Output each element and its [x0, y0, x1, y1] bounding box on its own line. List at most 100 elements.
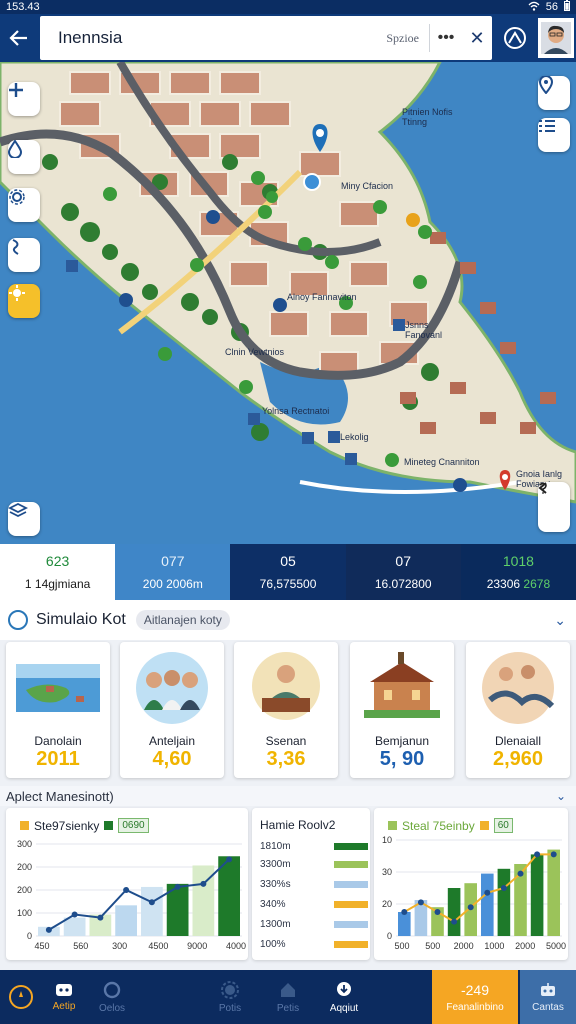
poi-label[interactable]: Mineteg Cnanniton: [404, 457, 480, 467]
cta-label: Feanalinbino: [446, 1001, 504, 1013]
stat-tile[interactable]: 623 1 14gjmiana: [0, 544, 116, 600]
nav-petis[interactable]: Petis: [268, 970, 308, 1024]
poi-label[interactable]: Gnoia Ianlg: [516, 469, 562, 479]
y-tick-label: 30: [382, 867, 392, 877]
island-illustration: [16, 664, 100, 712]
top-bar: Inennsia Spzioe ••• ✕: [0, 14, 576, 62]
stat-tile[interactable]: 1018 23306 2678: [460, 544, 576, 600]
x-tick-label: 5000: [546, 941, 566, 951]
stat-label: 76,575500: [259, 577, 317, 591]
card-value: 2011: [36, 748, 80, 770]
chart-card-left[interactable]: Ste97sienky 0690 300 200 200 100 0 450 560 300 4…: [6, 808, 248, 960]
poi-label[interactable]: Clnin Vewtnios: [225, 347, 285, 357]
wifi-icon: [528, 1, 540, 14]
radio-icon[interactable]: [8, 610, 28, 630]
people-illustration: [136, 652, 208, 724]
nav-aetip[interactable]: Aetip: [44, 970, 84, 1024]
card-value: 3,36: [266, 748, 306, 770]
nav-label: Oelos: [98, 1002, 126, 1014]
layers-button[interactable]: [8, 502, 40, 536]
pin-icon: [538, 76, 554, 94]
legend-row: 1810m: [260, 838, 368, 854]
more-options-button[interactable]: •••: [430, 29, 462, 47]
bar: [530, 854, 544, 936]
legend-label: 340%: [260, 898, 286, 910]
scenario-card[interactable]: Dlenaiall 2,960: [466, 642, 570, 778]
filter-chip[interactable]: Aitlanajen koty: [135, 610, 230, 630]
back-button[interactable]: [0, 14, 38, 62]
legend-card: Hamie Roolv2 1810m 3300m 330%s 340% 1300…: [252, 808, 370, 960]
chevron-down-icon[interactable]: ⌄: [554, 612, 566, 629]
zoom-in-button[interactable]: [8, 82, 40, 116]
nav-location[interactable]: [6, 970, 36, 1024]
legend-label: 1810m: [260, 840, 291, 852]
simulation-cta-button[interactable]: -249 Feanalinbino: [432, 970, 518, 1024]
data-point: [226, 856, 233, 863]
arrow-left-icon: [9, 30, 27, 46]
nav-oelos[interactable]: Oelos: [92, 970, 132, 1024]
data-point: [417, 899, 424, 906]
section-title: Simulaio Kot: [36, 611, 126, 628]
poi-label[interactable]: Alnoy Fannaviton: [287, 292, 357, 302]
legend-bar: [334, 900, 368, 908]
scenario-card[interactable]: Bemjanun 5, 90: [350, 642, 454, 778]
data-point: [484, 889, 491, 896]
poi-label[interactable]: Lekolig: [340, 432, 369, 442]
route-button[interactable]: [8, 238, 40, 272]
poi-label[interactable]: Pitnien Nofis: [402, 107, 453, 117]
avatar[interactable]: [538, 18, 574, 58]
legend-row: 1300m: [260, 916, 368, 932]
chart-left: 300 200 200 100 0450 560 300 4500 9000 4000: [17, 839, 246, 951]
nav-label: Aqqiut: [329, 1002, 359, 1014]
legend-title: Hamie Roolv2: [260, 818, 336, 832]
legend-label: 3300m: [260, 858, 291, 870]
data-point: [97, 914, 104, 921]
battery-icon: [564, 0, 570, 14]
search-bar[interactable]: Inennsia Spzioe ••• ✕: [40, 16, 492, 60]
svg-text:Ttinng: Ttinng: [402, 117, 427, 127]
x-tick-label: 4500: [148, 941, 168, 951]
x-tick-label: 9000: [187, 941, 207, 951]
location-pin-button[interactable]: [538, 76, 570, 110]
card-label: Anteljain: [148, 734, 196, 748]
plus-icon: [9, 83, 23, 97]
simulation-header: Simulaio Kot Aitlanajen koty ⌄: [0, 600, 576, 640]
settings-map-button[interactable]: [8, 188, 40, 222]
list-icon: [539, 120, 555, 132]
legend-row: 3300m: [260, 856, 368, 872]
analytics-header: Aplect Manesinott) ⌄: [0, 786, 576, 806]
water-layer-button[interactable]: [8, 140, 40, 174]
worker-illustration: [252, 652, 320, 720]
nav-aqqiut[interactable]: Aqqiut: [324, 970, 364, 1024]
compass-button[interactable]: [496, 18, 534, 58]
stat-tile[interactable]: 077 200 2006m: [115, 544, 231, 600]
poi-label[interactable]: Fanovanl: [405, 330, 442, 340]
chart-card-right[interactable]: Steal 75einby 60 10 30 20 0 500 500 2000 1000 20…: [374, 808, 568, 960]
bar: [115, 905, 137, 936]
stat-tile[interactable]: 05 76,575500: [230, 544, 346, 600]
route-icon: [12, 239, 19, 255]
list-view-button[interactable]: [538, 118, 570, 152]
nav-potis[interactable]: Potis: [210, 970, 250, 1024]
sun-icon: [9, 285, 25, 301]
y-tick-label: 100: [17, 908, 32, 918]
panel-toggle-button[interactable]: [538, 482, 570, 532]
nav-cantas[interactable]: Cantas: [520, 970, 576, 1024]
search-input[interactable]: Inennsia: [58, 28, 386, 48]
scenario-card[interactable]: Danolain 2011: [6, 642, 110, 778]
poi-label[interactable]: Jsnns: [405, 320, 429, 330]
data-point: [550, 851, 557, 858]
compass-icon: [504, 27, 526, 49]
y-tick-label: 300: [17, 839, 32, 849]
sun-layer-button[interactable]: [8, 284, 40, 318]
poi-label[interactable]: Miny Cfacion: [341, 181, 393, 191]
clear-search-button[interactable]: ✕: [462, 28, 492, 49]
poi-label[interactable]: Yolnsa Rectnatoi: [262, 406, 329, 416]
legend-label: 330%s: [260, 878, 291, 890]
bar: [398, 912, 411, 936]
chevron-down-icon[interactable]: ⌄: [556, 789, 566, 803]
scenario-card[interactable]: Anteljain 4,60: [120, 642, 224, 778]
stat-tile[interactable]: 07 16.072800: [345, 544, 461, 600]
map-view[interactable]: Pitnien Nofis Ttinng Miny Cfacion Alnoy …: [0, 62, 576, 544]
scenario-card[interactable]: Ssenan 3,36: [234, 642, 338, 778]
